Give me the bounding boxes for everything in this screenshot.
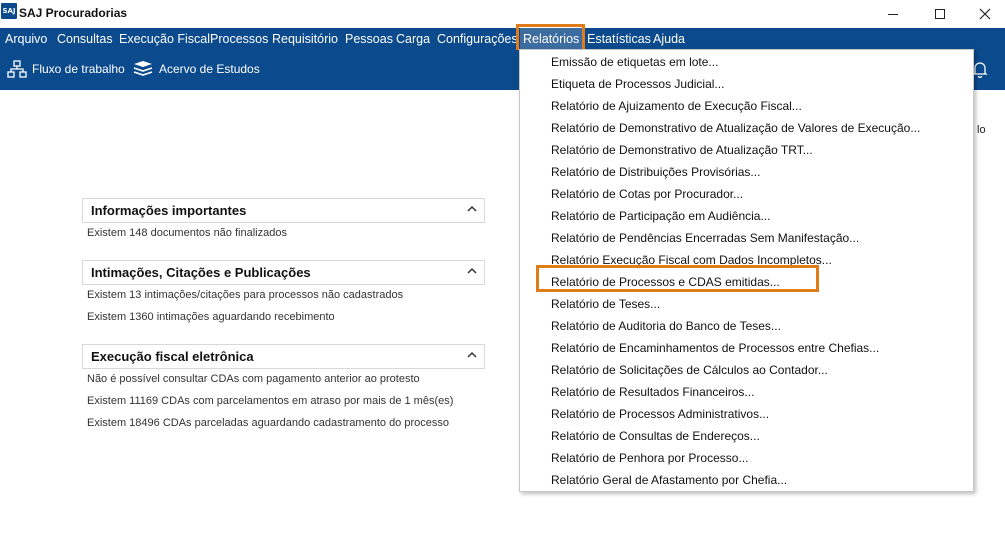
menu-item-consultas-enderecos[interactable]: Relatório de Consultas de Endereços... bbox=[551, 426, 760, 446]
menu-pessoas[interactable]: Pessoas bbox=[345, 28, 393, 50]
partial-right-label: lo bbox=[977, 124, 986, 136]
menu-estatisticas[interactable]: Estatísticas bbox=[587, 28, 651, 50]
menu-item-highlight-outline bbox=[536, 265, 819, 292]
menu-item-emissao-etiquetas[interactable]: Emissão de etiquetas em lote... bbox=[551, 52, 718, 72]
chevron-up-icon[interactable] bbox=[466, 203, 478, 215]
studies-button[interactable]: Acervo de Estudos bbox=[132, 59, 260, 79]
panel-title: Execução fiscal eletrônica bbox=[91, 349, 254, 364]
books-icon bbox=[133, 61, 153, 76]
panel-title: Informações importantes bbox=[91, 203, 247, 218]
menu-carga[interactable]: Carga bbox=[396, 28, 430, 50]
workflow-button[interactable]: Fluxo de trabalho bbox=[7, 59, 125, 79]
minimize-icon bbox=[888, 13, 898, 15]
maximize-icon bbox=[935, 9, 945, 19]
menu-processos[interactable]: Processos bbox=[210, 28, 268, 50]
menu-arquivo[interactable]: Arquivo bbox=[5, 28, 47, 50]
menu-item-demonstrativo-valores[interactable]: Relatório de Demonstrativo de Atualizaçã… bbox=[551, 118, 920, 138]
menu-item-afastamento[interactable]: Relatório Geral de Afastamento por Chefi… bbox=[551, 470, 787, 490]
panel-row: Não é possível consultar CDAs com pagame… bbox=[87, 373, 420, 385]
chevron-up-icon[interactable] bbox=[466, 349, 478, 361]
panel-intimacoes[interactable]: Intimações, Citações e Publicações bbox=[82, 260, 485, 285]
menu-item-penhora[interactable]: Relatório de Penhora por Processo... bbox=[551, 448, 748, 468]
menu-item-distribuicoes[interactable]: Relatório de Distribuições Provisórias..… bbox=[551, 162, 760, 182]
menu-bar: Arquivo Consultas Execução Fiscal Proces… bbox=[0, 28, 1005, 50]
menu-item-ajuizamento[interactable]: Relatório de Ajuizamento de Execução Fis… bbox=[551, 96, 802, 116]
menu-requisitorio[interactable]: Requisitório bbox=[272, 28, 338, 50]
close-button[interactable] bbox=[962, 0, 1005, 28]
menu-item-resultados-financeiros[interactable]: Relatório de Resultados Financeiros... bbox=[551, 382, 754, 402]
workflow-icon bbox=[7, 60, 27, 78]
panel-row: Existem 148 documentos não finalizados bbox=[87, 227, 287, 239]
minimize-button[interactable] bbox=[870, 0, 916, 28]
menu-item-auditoria-teses[interactable]: Relatório de Auditoria do Banco de Teses… bbox=[551, 316, 781, 336]
close-icon bbox=[979, 8, 991, 20]
menu-item-pendencias[interactable]: Relatório de Pendências Encerradas Sem M… bbox=[551, 228, 859, 248]
panel-title: Intimações, Citações e Publicações bbox=[91, 265, 311, 280]
menu-ajuda[interactable]: Ajuda bbox=[653, 28, 685, 50]
panel-row: Existem 18496 CDAs parceladas aguardando… bbox=[87, 417, 449, 429]
bell-icon[interactable] bbox=[972, 60, 988, 78]
menu-configuracoes[interactable]: Configurações bbox=[437, 28, 518, 50]
chevron-up-icon[interactable] bbox=[466, 265, 478, 277]
panel-row: Existem 11169 CDAs com parcelamentos em … bbox=[87, 395, 454, 407]
menu-execucao-fiscal[interactable]: Execução Fiscal bbox=[119, 28, 210, 50]
menu-item-participacao[interactable]: Relatório de Participação em Audiência..… bbox=[551, 206, 770, 226]
maximize-button[interactable] bbox=[917, 0, 963, 28]
menu-item-etiqueta-processos[interactable]: Etiqueta de Processos Judicial... bbox=[551, 74, 724, 94]
app-logo: SAJ bbox=[1, 3, 17, 19]
menu-item-solicitacoes-calculos[interactable]: Relatório de Solicitações de Cálculos ao… bbox=[551, 360, 828, 380]
menu-item-teses[interactable]: Relatório de Teses... bbox=[551, 294, 660, 314]
menu-item-processos-administrativos[interactable]: Relatório de Processos Administrativos..… bbox=[551, 404, 769, 424]
menu-consultas[interactable]: Consultas bbox=[57, 28, 113, 50]
menu-item-demonstrativo-trt[interactable]: Relatório de Demonstrativo de Atualizaçã… bbox=[551, 140, 813, 160]
title-bar: SAJ SAJ Procuradorias bbox=[0, 0, 1005, 28]
panel-execucao-fiscal-eletronica[interactable]: Execução fiscal eletrônica bbox=[82, 344, 485, 369]
menu-item-cotas[interactable]: Relatório de Cotas por Procurador... bbox=[551, 184, 743, 204]
panel-informacoes-importantes[interactable]: Informações importantes bbox=[82, 198, 485, 223]
window-title: SAJ Procuradorias bbox=[19, 6, 128, 20]
workflow-label: Fluxo de trabalho bbox=[32, 62, 125, 76]
menu-item-encaminhamentos[interactable]: Relatório de Encaminhamentos de Processo… bbox=[551, 338, 879, 358]
panel-row: Existem 13 intimações/citações para proc… bbox=[87, 289, 404, 301]
studies-label: Acervo de Estudos bbox=[159, 62, 260, 76]
panel-row: Existem 1360 intimações aguardando receb… bbox=[87, 311, 335, 323]
